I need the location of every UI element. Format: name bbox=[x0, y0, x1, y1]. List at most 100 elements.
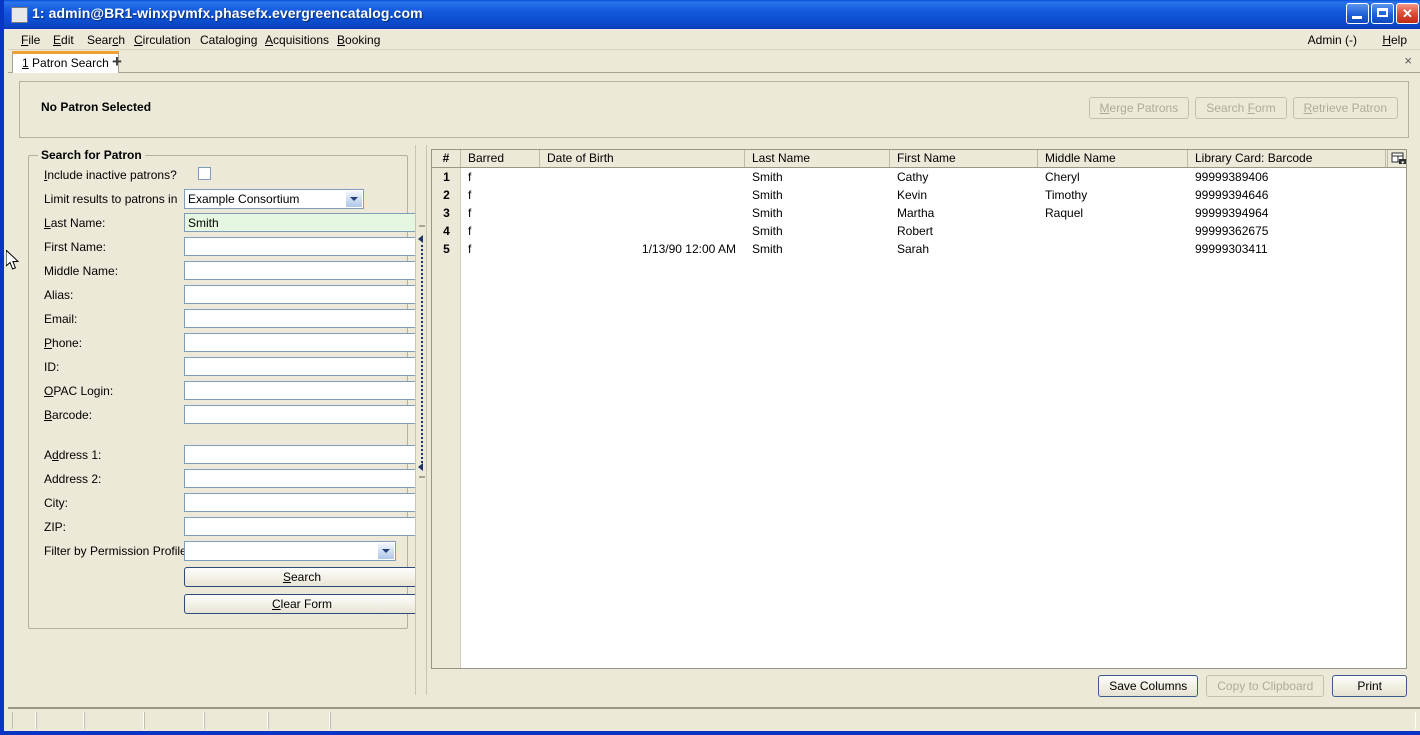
field-row-id: ID: bbox=[29, 357, 420, 381]
splitter-collapse-arrow-top[interactable] bbox=[418, 235, 423, 243]
chevron-down-icon bbox=[377, 543, 394, 559]
table-cell-barcode: 99999389406 bbox=[1195, 170, 1269, 184]
patron-header-actions: Merge Patrons Search Form Retrieve Patro… bbox=[1088, 97, 1398, 119]
clear-form-button[interactable]: Clear Form bbox=[184, 594, 420, 614]
copy-to-clipboard-button[interactable]: Copy to Clipboard bbox=[1206, 675, 1325, 697]
search-form-button[interactable]: Search Form bbox=[1195, 97, 1287, 119]
menu-circulation[interactable]: Circulation bbox=[129, 32, 196, 48]
barcode-input[interactable] bbox=[184, 405, 420, 424]
patron-status-label: No Patron Selected bbox=[41, 100, 152, 114]
column-header-number[interactable]: # bbox=[432, 150, 461, 167]
field-row-city: City: bbox=[29, 493, 420, 517]
content-area: No Patron Selected Merge Patrons Search … bbox=[8, 73, 1420, 707]
field-row-include-inactive: Include inactive patrons? bbox=[29, 165, 409, 189]
last-name-input[interactable] bbox=[184, 213, 420, 232]
alias-input[interactable] bbox=[184, 285, 420, 304]
address2-label: Address 2: bbox=[44, 472, 102, 486]
field-row-alias: Alias: bbox=[29, 285, 420, 309]
table-cell-num: 1 bbox=[443, 170, 450, 184]
status-segment-2 bbox=[36, 712, 84, 729]
field-row-permission-profile: Filter by Permission Profile: bbox=[29, 541, 409, 565]
address2-input[interactable] bbox=[184, 469, 420, 488]
id-label: ID: bbox=[44, 360, 60, 374]
field-row-limit-results: Limit results to patrons in Example Cons… bbox=[29, 189, 409, 213]
menu-search[interactable]: Search bbox=[82, 32, 130, 48]
close-tab-icon[interactable]: × bbox=[1404, 54, 1412, 68]
close-button[interactable] bbox=[1396, 3, 1419, 24]
field-row-address2: Address 2: bbox=[29, 469, 420, 493]
column-header-barred[interactable]: Barred bbox=[461, 150, 540, 167]
include-inactive-checkbox[interactable] bbox=[198, 167, 211, 180]
city-input[interactable] bbox=[184, 493, 420, 512]
table-cell-num: 3 bbox=[443, 206, 450, 220]
splitter-collapse-arrow-bottom[interactable] bbox=[418, 463, 423, 471]
menu-edit[interactable]: Edit bbox=[48, 32, 79, 48]
id-input[interactable] bbox=[184, 357, 420, 376]
retrieve-patron-button[interactable]: Retrieve Patron bbox=[1292, 97, 1398, 119]
column-header-last-name[interactable]: Last Name bbox=[745, 150, 890, 167]
table-cell-first: Robert bbox=[897, 224, 934, 238]
limit-results-select[interactable]: Example Consortium bbox=[184, 189, 364, 209]
status-segment-6 bbox=[268, 712, 330, 729]
new-tab-button[interactable]: + bbox=[108, 53, 126, 71]
opac-login-input[interactable] bbox=[184, 381, 420, 400]
zip-input[interactable] bbox=[184, 517, 420, 536]
menu-help[interactable]: Help bbox=[1377, 32, 1412, 48]
barcode-label: Barcode: bbox=[44, 408, 93, 422]
menu-admin[interactable]: Admin (-) bbox=[1303, 32, 1362, 48]
table-cell-first: Sarah bbox=[897, 242, 930, 256]
menu-file[interactable]: File bbox=[16, 32, 45, 48]
email-input[interactable] bbox=[184, 309, 420, 328]
table-cell-barcode: 99999362675 bbox=[1195, 224, 1269, 238]
save-columns-button[interactable]: Save Columns bbox=[1098, 675, 1199, 697]
table-cell-last: Smith bbox=[752, 206, 783, 220]
alias-label: Alias: bbox=[44, 288, 74, 302]
field-row-address1: Address 1: bbox=[29, 445, 420, 469]
column-header-middle-name[interactable]: Middle Name bbox=[1038, 150, 1188, 167]
column-picker-icon[interactable] bbox=[1387, 150, 1406, 167]
permission-profile-select[interactable] bbox=[184, 541, 396, 561]
status-segment-4 bbox=[144, 712, 204, 729]
menu-booking[interactable]: Booking bbox=[332, 32, 385, 48]
table-cell-dob bbox=[540, 168, 745, 186]
application-window: 1: admin@BR1-winxpvmfx.phasefx.evergreen… bbox=[0, 0, 1420, 735]
column-header-library-card[interactable]: Library Card: Barcode bbox=[1188, 150, 1386, 167]
table-row[interactable]: 4 f Smith Robert 99999362675 bbox=[432, 222, 1406, 240]
phone-input[interactable] bbox=[184, 333, 420, 352]
splitter-nub-bottom bbox=[419, 476, 425, 478]
maximize-button[interactable] bbox=[1371, 3, 1394, 24]
tab-patron-search[interactable]: 1 Patron Search bbox=[12, 51, 119, 73]
first-name-input[interactable] bbox=[184, 237, 420, 256]
search-button[interactable]: Search bbox=[184, 567, 420, 587]
table-row[interactable]: 5 f 1/13/90 12:00 AM Smith Sarah 99999303411 bbox=[432, 240, 1406, 258]
tab-bar: 1 Patron Search + × bbox=[8, 50, 1420, 73]
column-header-first-name[interactable]: First Name bbox=[890, 150, 1038, 167]
table-row[interactable]: 2 f Smith Kevin Timothy 99999394646 bbox=[432, 186, 1406, 204]
table-cell-first: Martha bbox=[897, 206, 935, 220]
status-segment-7 bbox=[330, 712, 1416, 729]
table-cell-middle: Timothy bbox=[1045, 188, 1088, 202]
print-button[interactable]: Print bbox=[1332, 675, 1407, 697]
table-cell-middle bbox=[1038, 222, 1188, 240]
results-panel: # Barred Date of Birth Last Name First N… bbox=[430, 145, 1409, 697]
last-name-label: Last Name: bbox=[44, 216, 106, 230]
table-row[interactable]: 3 f Smith Martha Raquel 99999394964 bbox=[432, 204, 1406, 222]
results-footer-actions: Save Columns Copy to Clipboard Print bbox=[1098, 675, 1407, 697]
zip-label: ZIP: bbox=[44, 520, 67, 534]
field-row-zip: ZIP: bbox=[29, 517, 420, 541]
table-cell-barcode: 99999394964 bbox=[1195, 206, 1269, 220]
menu-cataloging[interactable]: Cataloging bbox=[195, 32, 262, 48]
address1-input[interactable] bbox=[184, 445, 420, 464]
column-header-dob[interactable]: Date of Birth bbox=[540, 150, 745, 167]
middle-name-input[interactable] bbox=[184, 261, 420, 280]
patron-summary-header: No Patron Selected Merge Patrons Search … bbox=[19, 81, 1409, 138]
panel-splitter[interactable] bbox=[415, 145, 427, 695]
minimize-button[interactable] bbox=[1346, 3, 1369, 24]
table-cell-middle: Cheryl bbox=[1045, 170, 1080, 184]
grid-header-row: # Barred Date of Birth Last Name First N… bbox=[432, 150, 1406, 168]
status-segment-1 bbox=[12, 712, 36, 729]
table-row[interactable]: 1 f Smith Cathy Cheryl 99999389406 bbox=[432, 168, 1406, 186]
merge-patrons-button[interactable]: Merge Patrons bbox=[1088, 97, 1190, 119]
menu-acquisitions[interactable]: Acquisitions bbox=[260, 32, 334, 48]
menu-bar: File Edit Search Circulation Cataloging … bbox=[8, 29, 1420, 50]
